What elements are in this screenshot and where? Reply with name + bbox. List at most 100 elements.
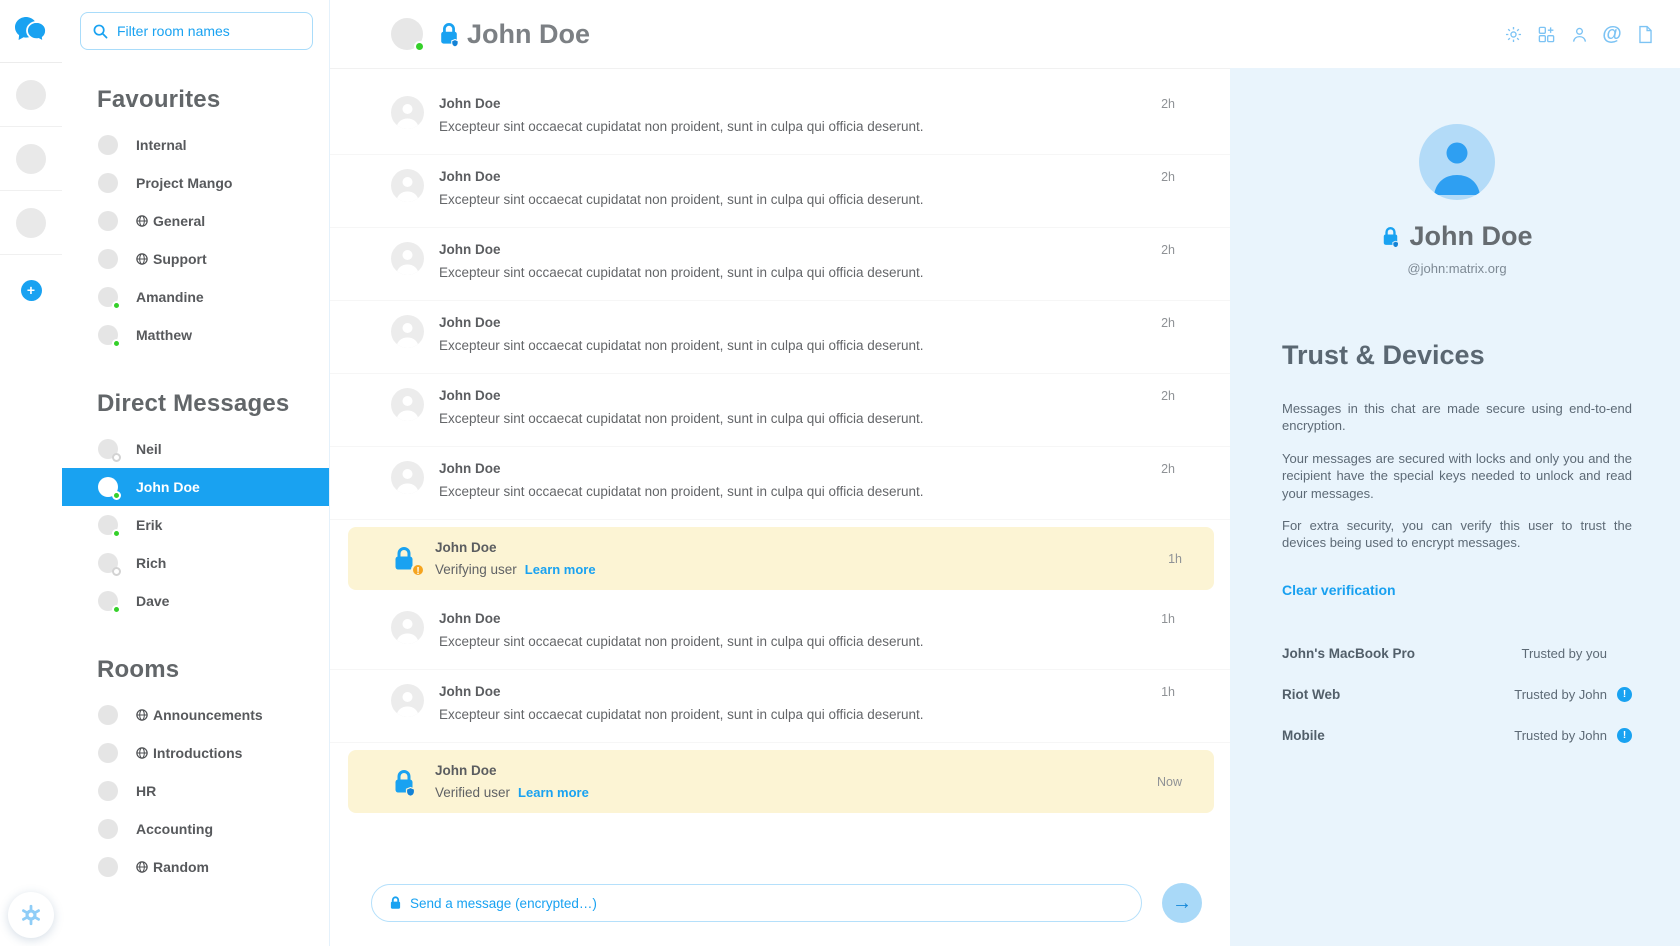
message-text: Excepteur sint occaecat cupidatat non pr… <box>439 192 924 207</box>
community-item-2[interactable] <box>0 127 62 191</box>
sidebar-item-neil[interactable]: Neil <box>62 430 329 468</box>
room-label-wrap: Internal <box>136 137 187 153</box>
room-label: Matthew <box>136 327 192 343</box>
user-info-panel: John Doe @john:matrix.org Trust & Device… <box>1230 68 1680 946</box>
sidebar-item-internal[interactable]: Internal <box>62 126 329 164</box>
message-row: John Doe Excepteur sint occaecat cupidat… <box>330 82 1230 155</box>
sidebar-item-rich[interactable]: Rich <box>62 544 329 582</box>
sidebar-item-hr[interactable]: HR <box>62 772 329 810</box>
chat-title: John Doe <box>467 19 590 50</box>
message-timeline[interactable]: John Doe Excepteur sint occaecat cupidat… <box>330 69 1230 868</box>
message-text: Excepteur sint occaecat cupidatat non pr… <box>439 119 924 134</box>
trust-paragraph: Your messages are secured with locks and… <box>1282 450 1632 502</box>
room-avatar <box>98 743 118 763</box>
presence-online-dot <box>112 339 121 348</box>
add-integrations-icon[interactable] <box>1536 24 1556 44</box>
presence-online-dot <box>112 301 121 310</box>
message-sender: John Doe <box>435 540 596 555</box>
message-row: John Doe Excepteur sint occaecat cupidat… <box>330 447 1230 520</box>
gear-icon <box>20 904 42 926</box>
globe-icon <box>136 215 148 227</box>
community-item-1[interactable] <box>0 63 62 127</box>
room-label-wrap: Neil <box>136 441 162 457</box>
room-settings-icon[interactable] <box>1503 24 1523 44</box>
room-label-wrap: Project Mango <box>136 175 232 191</box>
sidebar-item-erik[interactable]: Erik <box>62 506 329 544</box>
device-name: Mobile <box>1282 728 1325 743</box>
add-community-button[interactable]: + <box>21 280 42 301</box>
send-arrow-icon: → <box>1172 892 1192 915</box>
message-row: John Doe Excepteur sint occaecat cupidat… <box>330 374 1230 447</box>
composer: → <box>330 868 1230 946</box>
send-button[interactable]: → <box>1162 883 1202 923</box>
device-row: Riot Web Trusted by John ! <box>1282 674 1632 715</box>
clear-verification-link[interactable]: Clear verification <box>1282 582 1396 598</box>
device-row: Mobile Trusted by John ! <box>1282 715 1632 756</box>
sidebar-item-accounting[interactable]: Accounting <box>62 810 329 848</box>
riot-chat-app: + Favourites Inte <box>0 0 1680 946</box>
members-icon[interactable] <box>1569 24 1589 44</box>
chat-column: John Doe Excepteur sint occaecat cupidat… <box>330 68 1230 946</box>
device-trust-cell: Trusted by John ! <box>1514 687 1632 702</box>
message-sender: John Doe <box>439 461 924 476</box>
room-label: Accounting <box>136 821 213 837</box>
room-label-wrap: General <box>136 213 205 229</box>
sidebar-item-introductions[interactable]: Introductions <box>62 734 329 772</box>
presence-online-dot <box>112 605 121 614</box>
chat-bubbles-logo-icon <box>14 16 48 46</box>
room-label-wrap: Dave <box>136 593 169 609</box>
sidebar-item-random[interactable]: Random <box>62 848 329 886</box>
message-sender: John Doe <box>435 763 589 778</box>
sidebar-item-dave[interactable]: Dave <box>62 582 329 620</box>
chat-header-avatar <box>391 18 423 50</box>
message-timestamp: 1h <box>1161 611 1175 626</box>
learn-more-link[interactable]: Learn more <box>518 785 589 800</box>
message-row: John Doe Excepteur sint occaecat cupidat… <box>330 228 1230 301</box>
settings-button[interactable] <box>8 892 54 938</box>
room-filter-input[interactable] <box>117 23 302 39</box>
sidebar-item-support[interactable]: Support <box>62 240 329 278</box>
panel-name-row: John Doe <box>1282 221 1632 252</box>
mentions-icon[interactable]: @ <box>1602 24 1622 44</box>
info-icon[interactable]: ! <box>1617 728 1632 743</box>
status-line: Verifying userLearn more <box>435 562 596 577</box>
sidebar-item-matthew[interactable]: Matthew <box>62 316 329 354</box>
sidebar-item-john-doe[interactable]: John Doe <box>62 468 329 506</box>
files-icon[interactable] <box>1635 24 1655 44</box>
section-title-rooms: Rooms <box>97 656 329 684</box>
community-item-3[interactable] <box>0 191 62 255</box>
room-label: Project Mango <box>136 175 232 191</box>
room-avatar <box>98 325 118 345</box>
message-text: Excepteur sint occaecat cupidatat non pr… <box>439 411 924 426</box>
message-timestamp: Now <box>1157 774 1182 789</box>
room-avatar <box>98 211 118 231</box>
message-input[interactable] <box>410 896 1125 911</box>
status-line: Verified user Learn more <box>435 785 589 800</box>
message-row: John Doe Excepteur sint occaecat cupidat… <box>330 597 1230 670</box>
info-icon[interactable]: ! <box>1617 687 1632 702</box>
device-trust-label: Trusted by you <box>1521 646 1607 661</box>
sidebar-item-announcements[interactable]: Announcements <box>62 696 329 734</box>
sidebar-item-project-mango[interactable]: Project Mango <box>62 164 329 202</box>
globe-icon <box>136 253 148 265</box>
message-row: John Doe Excepteur sint occaecat cupidat… <box>330 155 1230 228</box>
message-sender: John Doe <box>439 96 924 111</box>
section-title-favourites: Favourites <box>97 86 329 114</box>
status-text: Verified user <box>435 785 510 800</box>
sidebar-item-amandine[interactable]: Amandine <box>62 278 329 316</box>
room-avatar <box>98 477 118 497</box>
panel-user-id: @john:matrix.org <box>1282 261 1632 276</box>
room-avatar <box>98 135 118 155</box>
globe-icon <box>136 747 148 759</box>
sidebar-item-general[interactable]: General <box>62 202 329 240</box>
community-avatar <box>16 144 46 174</box>
room-label: Erik <box>136 517 162 533</box>
sender-avatar <box>391 684 424 717</box>
sender-avatar <box>391 611 424 644</box>
room-label: Internal <box>136 137 187 153</box>
message-row: John Doe Excepteur sint occaecat cupidat… <box>330 301 1230 374</box>
device-name: Riot Web <box>1282 687 1340 702</box>
message-sender: John Doe <box>439 169 924 184</box>
lock-verified-icon <box>392 768 420 796</box>
learn-more-link[interactable]: Learn more <box>525 562 596 577</box>
